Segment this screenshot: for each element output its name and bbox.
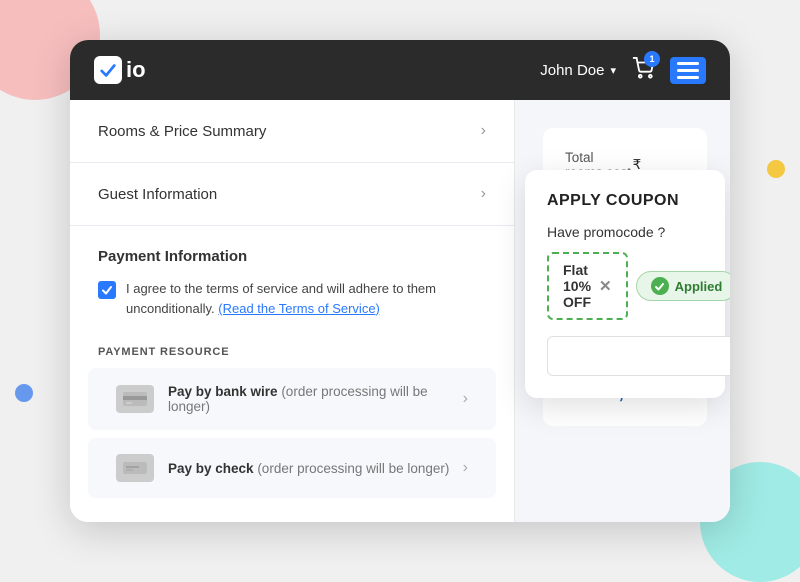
check-left: Pay by check (order processing will be l…	[116, 454, 449, 482]
terms-row: I agree to the terms of service and will…	[98, 279, 486, 318]
check-option[interactable]: Pay by check (order processing will be l…	[88, 438, 496, 498]
coupon-title: APPLY COUPON	[547, 192, 703, 210]
content-area: Rooms & Price Summary › Guest Informatio…	[70, 100, 730, 522]
right-panel: Total rooms cost (tax incl) ₹ 2,812.50 C…	[515, 100, 730, 522]
payment-info-title: Payment Information	[98, 248, 486, 265]
check-text: Pay by check (order processing will be l…	[168, 461, 449, 476]
applied-check-icon	[651, 277, 669, 295]
applied-label: Applied	[675, 279, 723, 294]
navbar-right: John Doe ▾ 1	[540, 57, 706, 84]
coupon-remove-button[interactable]: ✕	[599, 277, 612, 295]
coupon-input[interactable]	[547, 336, 730, 376]
promo-label: Have promocode ?	[547, 224, 703, 240]
left-panel: Rooms & Price Summary › Guest Informatio…	[70, 100, 515, 522]
terms-checkbox[interactable]	[98, 281, 116, 299]
guest-accordion-label: Guest Information	[98, 186, 217, 203]
coupon-tag-text: Flat 10% OFF	[563, 262, 591, 310]
rooms-accordion-header[interactable]: Rooms & Price Summary ›	[70, 100, 514, 162]
applied-badge: Applied	[636, 271, 730, 301]
rooms-accordion-label: Rooms & Price Summary	[98, 123, 266, 140]
logo-check-icon	[94, 56, 122, 84]
terms-text: I agree to the terms of service and will…	[126, 279, 486, 318]
user-name: John Doe	[540, 62, 604, 79]
coupon-popup: APPLY COUPON Have promocode ? Flat 10% O…	[525, 170, 725, 398]
check-chevron-icon: ›	[463, 459, 468, 477]
cart-badge: 1	[644, 51, 660, 67]
bank-wire-icon	[116, 385, 154, 413]
logo-text: io	[126, 57, 146, 83]
payment-info-section: Payment Information I agree to the terms…	[70, 226, 514, 346]
navbar-user[interactable]: John Doe ▾	[540, 62, 616, 79]
coupon-applied-row: Flat 10% OFF ✕ Applied	[547, 252, 703, 320]
navbar: io John Doe ▾ 1	[70, 40, 730, 100]
blob-blue	[15, 384, 33, 402]
guest-chevron-icon: ›	[481, 185, 486, 203]
bank-wire-chevron-icon: ›	[463, 390, 468, 408]
dropdown-arrow-icon: ▾	[610, 64, 616, 77]
bank-wire-text: Pay by bank wire (order processing will …	[168, 384, 463, 414]
bank-wire-option[interactable]: Pay by bank wire (order processing will …	[88, 368, 496, 430]
bank-wire-left: Pay by bank wire (order processing will …	[116, 384, 463, 414]
rooms-accordion: Rooms & Price Summary ›	[70, 100, 514, 163]
guest-accordion: Guest Information ›	[70, 163, 514, 226]
coupon-tag: Flat 10% OFF ✕	[547, 252, 628, 320]
guest-accordion-header[interactable]: Guest Information ›	[70, 163, 514, 225]
blob-yellow	[767, 160, 785, 178]
new-coupon-row: Apply	[547, 336, 703, 376]
main-window: io John Doe ▾ 1	[70, 40, 730, 522]
terms-link[interactable]: (Read the Terms of Service)	[218, 301, 380, 316]
hamburger-menu-button[interactable]	[670, 57, 706, 84]
check-icon	[116, 454, 154, 482]
rooms-chevron-icon: ›	[481, 122, 486, 140]
cart-button[interactable]: 1	[632, 57, 654, 84]
payment-resource-title: PAYMENT RESOURCE	[70, 346, 514, 358]
logo: io	[94, 56, 146, 84]
